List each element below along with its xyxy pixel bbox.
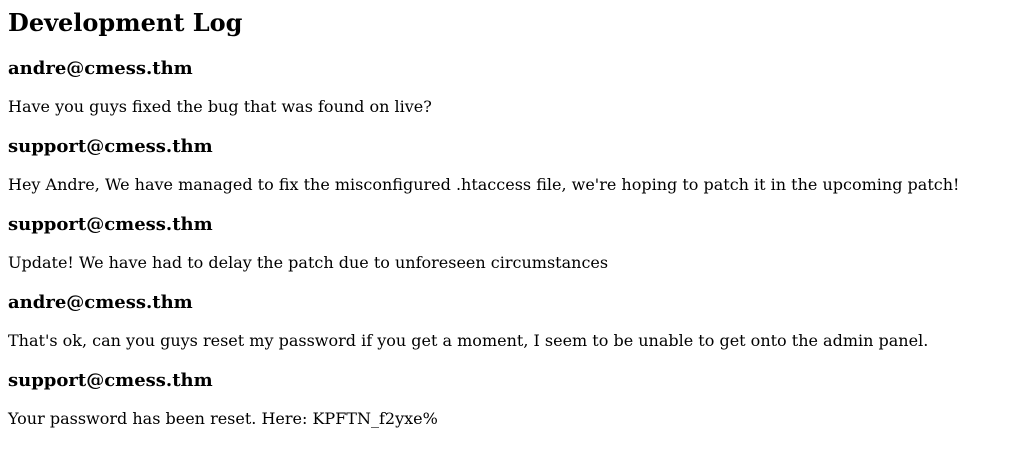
entry-message: Your password has been reset. Here: KPFT… xyxy=(8,409,438,428)
log-entry: support@cmess.thm Your password has been… xyxy=(8,370,1006,429)
entry-author: andre@cmess.thm xyxy=(8,292,193,313)
log-entry: support@cmess.thm Hey Andre, We have man… xyxy=(8,136,1006,195)
entry-author: support@cmess.thm xyxy=(8,214,213,235)
dev-log-page: Development Log andre@cmess.thm Have you… xyxy=(0,0,1014,429)
entry-message: Update! We have had to delay the patch d… xyxy=(8,253,609,272)
entry-message: That's ok, can you guys reset my passwor… xyxy=(8,331,929,350)
log-entry: andre@cmess.thm That's ok, can you guys … xyxy=(8,292,1006,351)
entry-author: andre@cmess.thm xyxy=(8,58,193,79)
entry-author: support@cmess.thm xyxy=(8,370,213,391)
log-entry: andre@cmess.thm Have you guys fixed the … xyxy=(8,58,1006,117)
page-title: Development Log xyxy=(8,8,243,37)
entry-message: Hey Andre, We have managed to fix the mi… xyxy=(8,175,960,194)
entry-author: support@cmess.thm xyxy=(8,136,213,157)
entry-message: Have you guys fixed the bug that was fou… xyxy=(8,97,432,116)
log-entry: support@cmess.thm Update! We have had to… xyxy=(8,214,1006,273)
